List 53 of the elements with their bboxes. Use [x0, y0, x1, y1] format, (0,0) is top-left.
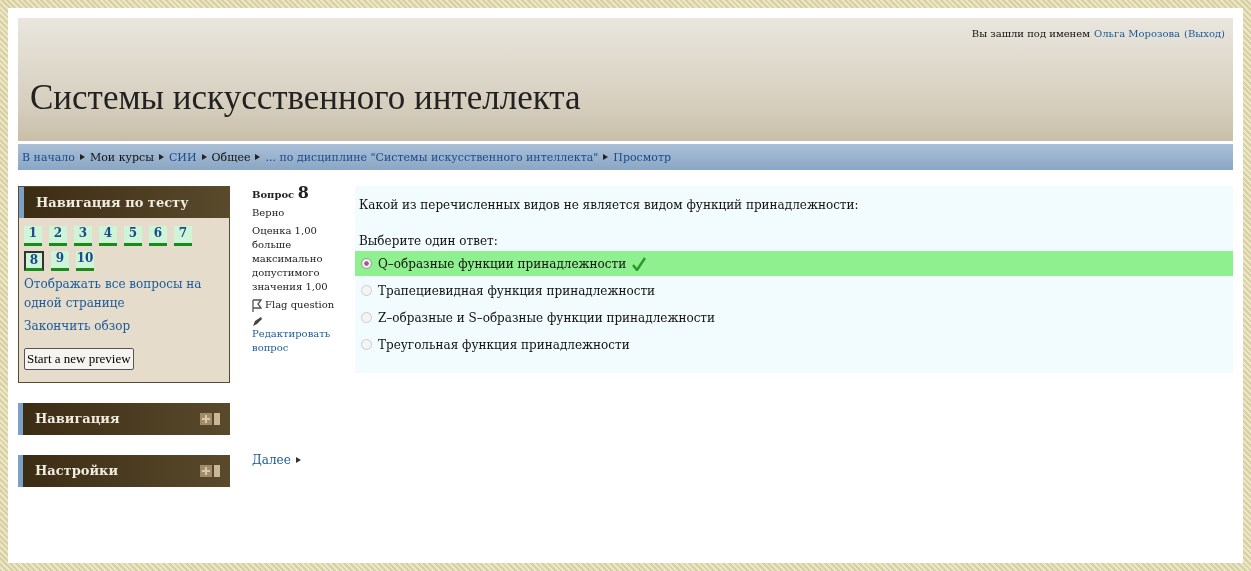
arrow-icon: [295, 457, 301, 463]
checkmark-icon: [632, 256, 647, 271]
question-number-button[interactable]: 5: [124, 226, 142, 246]
question-number-button[interactable]: 10: [76, 251, 94, 271]
login-text: Вы зашли под именем: [971, 28, 1090, 39]
site-title: Системы искусственного интеллекта: [30, 78, 581, 118]
answer-text: Трапециевидная функция принадлежности: [378, 283, 656, 298]
radio-button[interactable]: [361, 285, 372, 296]
flag-icon[interactable]: [252, 298, 262, 312]
dock-icon[interactable]: [200, 412, 220, 425]
separator-icon: [255, 154, 261, 160]
block-title: Навигация: [35, 411, 120, 426]
separator-icon: [201, 154, 207, 160]
start-preview-button[interactable]: Start a new preview: [24, 348, 134, 370]
pencil-icon[interactable]: [252, 316, 263, 327]
answer-text: Z–образные и S–образные функции принадлежности: [378, 310, 715, 325]
question-number-button[interactable]: 9: [51, 251, 69, 271]
breadcrumb-link[interactable]: СИИ: [168, 150, 197, 164]
breadcrumb-item: Общее: [211, 150, 251, 164]
question-state: Верно: [252, 206, 285, 220]
logout-link[interactable]: (Выход): [1184, 28, 1225, 39]
question-number-button[interactable]: 7: [174, 226, 192, 246]
question-number-button[interactable]: 1: [24, 226, 42, 246]
question-text: Какой из перечисленных видов не является видом функций принадлежности:: [358, 198, 860, 212]
radio-button[interactable]: [361, 258, 372, 269]
question-number-button[interactable]: 6: [149, 226, 167, 246]
question-grade: Оценка 1,00 больше максимально допустимого значения 1,00: [252, 224, 329, 294]
separator-icon: [79, 154, 85, 160]
breadcrumb-item: Мои курсы: [89, 150, 154, 164]
answer-prompt: Выберите один ответ:: [358, 234, 499, 248]
flag-question-link[interactable]: Flag question: [265, 298, 335, 312]
next-link[interactable]: Далее: [252, 453, 291, 467]
block-title: Навигация по тесту: [36, 195, 189, 210]
block-title: Настройки: [35, 463, 119, 478]
answer-text: Треугольная функция принадлежности: [378, 337, 630, 352]
question-number-button[interactable]: 4: [99, 226, 117, 246]
dock-icon[interactable]: [200, 464, 220, 477]
breadcrumb-link[interactable]: ... по дисциплине "Системы искусственного интеллекта": [265, 150, 599, 164]
nav-link[interactable]: Отображать все вопросы на одной странице: [24, 275, 224, 313]
nav-link[interactable]: Закончить обзор: [24, 317, 224, 336]
edit-question-link[interactable]: Редактировать вопрос: [252, 327, 347, 355]
user-link[interactable]: Ольга Морозова: [1093, 28, 1181, 39]
radio-button[interactable]: [361, 312, 372, 323]
question-number-button[interactable]: 2: [49, 226, 67, 246]
breadcrumb-link[interactable]: В начало: [22, 150, 75, 164]
question-number-button[interactable]: 8: [24, 251, 44, 271]
separator-icon: [158, 154, 164, 160]
radio-button[interactable]: [361, 339, 372, 350]
answer-text: Q–образные функции принадлежности: [378, 256, 627, 271]
breadcrumb-link[interactable]: Просмотр: [613, 150, 672, 164]
separator-icon: [603, 154, 609, 160]
question-number-button[interactable]: 3: [74, 226, 92, 246]
question-number: Вопрос 8: [252, 186, 309, 202]
